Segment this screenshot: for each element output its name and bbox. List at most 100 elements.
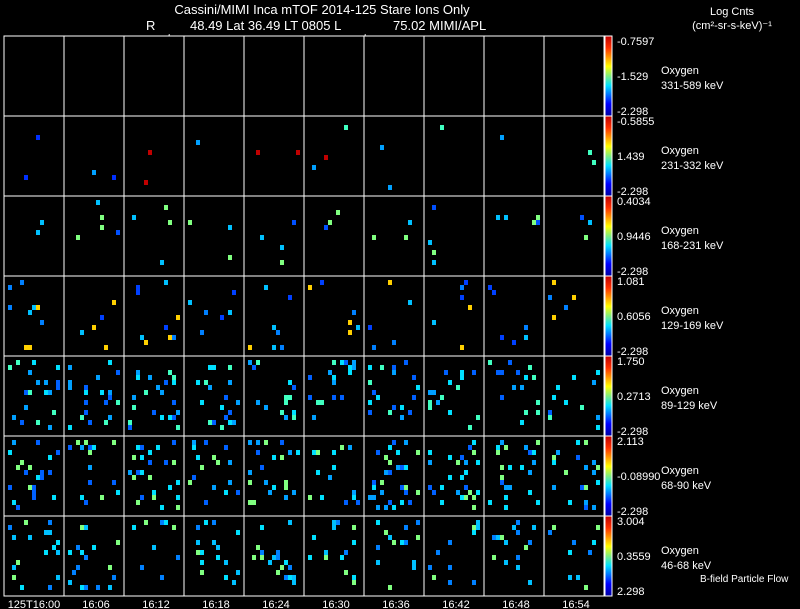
data-pixel xyxy=(372,480,376,485)
data-pixel xyxy=(408,300,412,305)
data-pixel xyxy=(16,505,20,510)
data-pixel xyxy=(552,395,556,400)
data-pixel xyxy=(256,400,260,405)
panel xyxy=(543,355,605,437)
data-pixel xyxy=(92,445,96,450)
data-pixel xyxy=(104,420,108,425)
data-pixel xyxy=(416,535,420,540)
data-pixel xyxy=(592,540,596,545)
panel xyxy=(243,435,305,517)
data-pixel xyxy=(440,125,444,130)
data-pixel xyxy=(84,440,88,445)
data-pixel xyxy=(468,305,472,310)
data-pixel xyxy=(224,560,228,565)
data-pixel xyxy=(504,540,508,545)
data-pixel xyxy=(140,445,144,450)
data-pixel xyxy=(332,375,336,380)
data-pixel xyxy=(504,485,508,490)
data-pixel xyxy=(216,545,220,550)
data-pixel xyxy=(212,455,216,460)
data-pixel xyxy=(212,365,216,370)
data-pixel xyxy=(332,450,336,455)
data-pixel xyxy=(388,445,392,450)
data-pixel xyxy=(148,150,152,155)
data-pixel xyxy=(8,285,12,290)
panel-frame xyxy=(123,195,185,277)
data-pixel xyxy=(156,385,160,390)
panel xyxy=(363,435,425,517)
data-pixel xyxy=(552,460,556,465)
data-pixel xyxy=(496,370,500,375)
panel-frame xyxy=(423,35,485,117)
data-pixel xyxy=(472,525,476,530)
data-pixel xyxy=(340,360,344,365)
panel-frame xyxy=(363,435,425,517)
data-pixel xyxy=(232,580,236,585)
panel xyxy=(483,115,545,197)
data-pixel xyxy=(36,380,40,385)
data-pixel xyxy=(108,390,112,395)
data-pixel xyxy=(516,530,520,535)
data-pixel xyxy=(164,460,168,465)
data-pixel xyxy=(196,550,200,555)
data-pixel xyxy=(352,580,356,585)
data-pixel xyxy=(200,330,204,335)
data-pixel xyxy=(344,500,348,505)
colorbar-min-label: 2.298 xyxy=(617,586,645,598)
data-pixel xyxy=(528,580,532,585)
panel xyxy=(303,35,365,117)
data-pixel xyxy=(320,400,324,405)
data-pixel xyxy=(220,315,224,320)
data-pixel xyxy=(428,240,432,245)
data-pixel xyxy=(524,445,528,450)
data-pixel xyxy=(136,285,140,290)
panel-frame xyxy=(363,515,425,597)
panel xyxy=(63,355,125,437)
data-pixel xyxy=(68,550,72,555)
data-pixel xyxy=(392,340,396,345)
data-pixel xyxy=(16,360,20,365)
data-pixel xyxy=(36,305,40,310)
data-pixel xyxy=(140,455,144,460)
panel-frame xyxy=(303,435,365,517)
data-pixel xyxy=(336,520,340,525)
data-pixel xyxy=(500,395,504,400)
data-pixel xyxy=(412,560,416,565)
data-pixel xyxy=(440,500,444,505)
data-pixel xyxy=(280,455,284,460)
data-pixel xyxy=(160,575,164,580)
data-pixel xyxy=(44,380,48,385)
data-pixel xyxy=(212,485,216,490)
panel xyxy=(483,195,545,277)
data-pixel xyxy=(144,180,148,185)
data-pixel xyxy=(352,540,356,545)
data-pixel xyxy=(228,310,232,315)
colorbar-max-label: 2.113 xyxy=(617,436,644,448)
data-pixel xyxy=(288,395,292,400)
data-pixel xyxy=(108,415,112,420)
data-pixel xyxy=(100,390,104,395)
data-pixel xyxy=(332,520,336,525)
data-pixel xyxy=(116,230,120,235)
data-pixel xyxy=(208,385,212,390)
data-pixel xyxy=(488,285,492,290)
data-pixel xyxy=(196,540,200,545)
data-pixel xyxy=(288,565,292,570)
data-pixel xyxy=(176,505,180,510)
data-pixel xyxy=(84,525,88,530)
data-pixel xyxy=(460,475,464,480)
data-pixel xyxy=(32,485,36,490)
data-pixel xyxy=(48,585,52,590)
data-pixel xyxy=(164,280,168,285)
data-pixel xyxy=(428,460,432,465)
data-pixel xyxy=(448,380,452,385)
data-pixel xyxy=(28,345,32,350)
data-pixel xyxy=(584,235,588,240)
data-pixel xyxy=(88,420,92,425)
panel xyxy=(183,35,245,117)
data-pixel xyxy=(84,400,88,405)
panel xyxy=(363,355,425,437)
data-pixel xyxy=(536,440,540,445)
panel-frame xyxy=(543,115,605,197)
data-pixel xyxy=(448,565,452,570)
